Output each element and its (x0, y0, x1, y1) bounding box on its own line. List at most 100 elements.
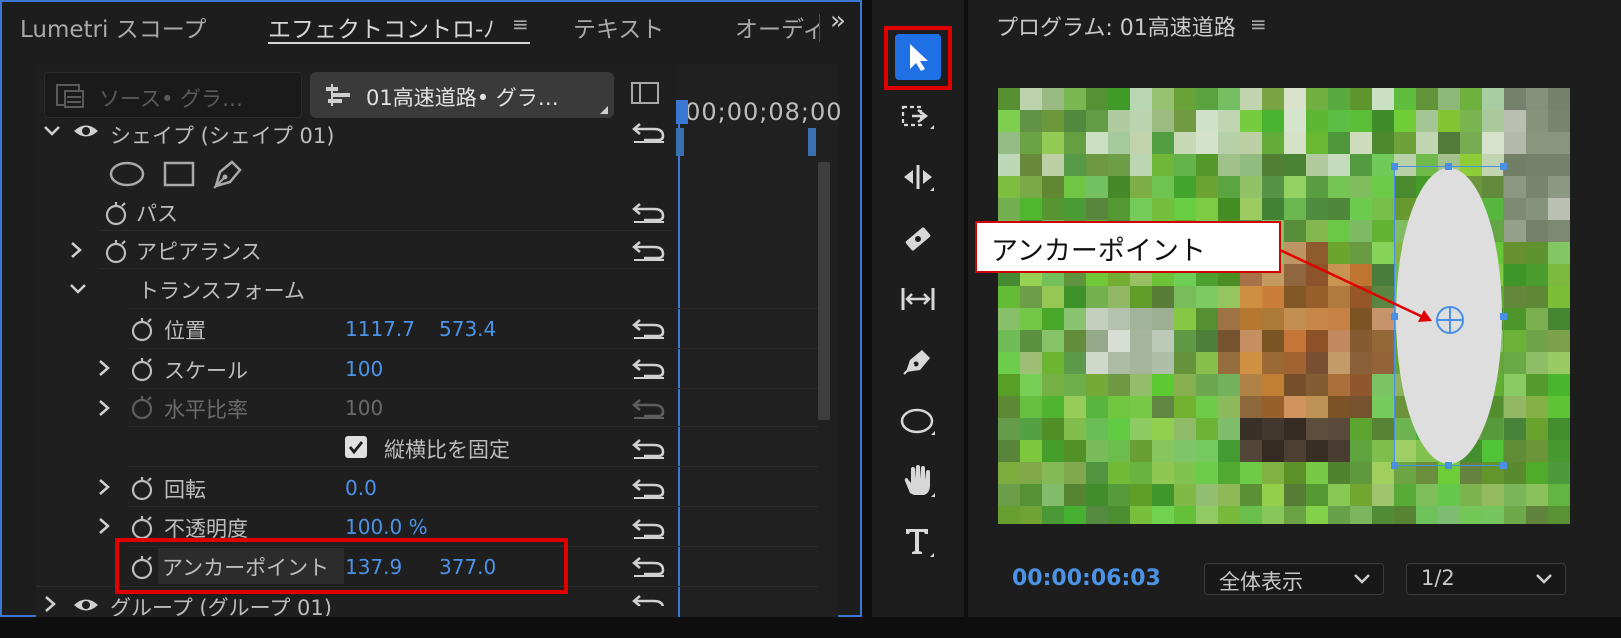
hand-icon (904, 465, 935, 497)
bounding-box-handle[interactable] (1445, 462, 1452, 469)
type-tool-button[interactable] (895, 518, 941, 564)
reset-parameter-icon[interactable] (632, 200, 666, 228)
track-select-tool-button[interactable] (895, 94, 941, 140)
slip-tool-button[interactable] (895, 276, 941, 322)
bounding-box-handle[interactable] (1500, 163, 1507, 170)
horizontal-scale-value: 100 (345, 396, 384, 420)
clip-end-marker (808, 128, 816, 156)
row-divider (128, 308, 818, 309)
sequence-icon (55, 83, 85, 113)
pen-tool-button[interactable] (895, 338, 941, 384)
playback-resolution-dropdown[interactable]: 1/2 (1406, 563, 1566, 595)
bounding-box-handle[interactable] (1500, 462, 1507, 469)
active-tab-indicator (268, 42, 530, 44)
clip-selector-label: 01高速道路• グラ… (366, 86, 559, 110)
collapse-chevron-icon[interactable] (42, 120, 62, 145)
vertical-scrollbar[interactable] (818, 162, 830, 420)
panel-menu-icon[interactable]: ≡ (512, 12, 529, 36)
reset-parameter-icon[interactable] (632, 238, 666, 266)
stopwatch-icon[interactable] (130, 475, 154, 505)
toggle-timeline-icon[interactable] (630, 80, 660, 110)
selection-icon (910, 44, 928, 71)
reset-parameter-icon[interactable] (632, 396, 666, 424)
ripple-edit-icon (904, 165, 934, 191)
tab-audio[interactable]: オーディ (735, 10, 819, 44)
checkmark-icon (348, 441, 364, 455)
playhead-line (678, 120, 680, 617)
uniform-scale-label: 縦横比を固定 (384, 438, 510, 462)
bounding-box-handle[interactable] (1391, 462, 1398, 469)
zoom-level-dropdown[interactable]: 全体表示 (1204, 563, 1384, 595)
stopwatch-icon[interactable] (130, 356, 154, 386)
expand-chevron-icon[interactable] (40, 594, 60, 618)
rotation-value[interactable]: 0.0 (345, 476, 377, 500)
pen-mask-icon[interactable] (210, 156, 246, 196)
tab-lumetri-scopes[interactable]: Lumetri スコープ (20, 10, 206, 44)
row-divider (100, 268, 672, 269)
appearance-label: アピアランス (136, 240, 262, 264)
callout-arrow (1279, 248, 1432, 322)
tab-effect-controls[interactable]: エフェクトコントロ-ﾉ (268, 10, 495, 44)
panel-menu-icon[interactable]: ≡ (1250, 12, 1267, 36)
source-selector[interactable]: ソース• グラ… (44, 72, 302, 118)
anchor-point-highlight-box (115, 538, 568, 594)
path-label: パス (136, 202, 178, 226)
rectangle-mask-icon[interactable] (162, 160, 196, 192)
uniform-scale-checkbox[interactable] (345, 436, 367, 458)
stopwatch-icon (130, 394, 154, 424)
bounding-box-handle[interactable] (1445, 163, 1452, 170)
visibility-eye-icon[interactable] (72, 596, 100, 618)
horizontal-scale-label: 水平比率 (164, 398, 248, 422)
playback-resolution-value: 1/2 (1421, 566, 1455, 590)
group-layer-label: グループ (グループ 01) (110, 596, 332, 616)
bounding-box-handle[interactable] (1391, 163, 1398, 170)
ellipse-mask-icon[interactable] (108, 160, 146, 192)
stopwatch-icon[interactable] (130, 316, 154, 346)
reset-parameter-icon[interactable] (632, 436, 666, 464)
tabs-overflow-icon[interactable]: » (830, 6, 846, 36)
expand-chevron-icon[interactable] (94, 516, 114, 540)
clip-selector[interactable]: 01高速道路• グラ… (310, 72, 614, 118)
collapse-chevron-icon[interactable] (68, 278, 88, 302)
dropdown-corner-icon (600, 106, 608, 114)
ellipse-icon (900, 408, 935, 435)
clip-start-marker (676, 128, 684, 156)
expand-chevron-icon[interactable] (94, 477, 114, 501)
ripple-edit-tool-button[interactable] (895, 154, 941, 200)
row-divider (128, 348, 818, 349)
reset-parameter-icon[interactable] (632, 476, 666, 504)
reset-parameter-icon[interactable] (632, 120, 666, 148)
expand-chevron-icon[interactable] (66, 240, 86, 264)
bounding-box-handle[interactable] (1500, 313, 1507, 320)
tab-text[interactable]: テキスト (573, 10, 664, 44)
ellipse-tool-button[interactable] (895, 398, 941, 444)
source-selector-label: ソース• グラ… (99, 87, 244, 111)
visibility-eye-icon[interactable] (72, 122, 100, 144)
reset-parameter-icon[interactable] (632, 516, 666, 544)
expand-chevron-icon[interactable] (94, 398, 114, 422)
reset-parameter-icon[interactable] (632, 554, 666, 582)
reset-parameter-icon[interactable] (632, 356, 666, 384)
stopwatch-icon[interactable] (104, 238, 128, 268)
position-x-value[interactable]: 1117.7 (345, 317, 415, 341)
timeline-timecode: :00;00;08;00 (676, 98, 843, 126)
opacity-value[interactable]: 100.0 % (345, 515, 428, 539)
row-divider (100, 230, 672, 231)
track-select-icon (901, 105, 934, 129)
position-y-value[interactable]: 573.4 (439, 317, 496, 341)
zoom-level-value: 全体表示 (1219, 570, 1303, 594)
reset-parameter-icon[interactable] (632, 316, 666, 344)
program-timecode[interactable]: 00:00:06:03 (1012, 566, 1161, 591)
rotation-label: 回転 (164, 478, 206, 502)
scale-value[interactable]: 100 (345, 357, 383, 381)
selection-tool-button[interactable] (895, 34, 941, 80)
hand-tool-button[interactable] (895, 458, 941, 504)
stopwatch-icon[interactable] (104, 200, 128, 230)
razor-icon (905, 227, 931, 251)
timeline-clip-icon (324, 82, 352, 112)
program-monitor-title[interactable]: プログラム: 01高速道路 (996, 10, 1236, 42)
position-label: 位置 (164, 319, 206, 343)
razor-tool-button[interactable] (895, 216, 941, 262)
reset-parameter-icon[interactable] (632, 592, 666, 606)
expand-chevron-icon[interactable] (94, 358, 114, 382)
